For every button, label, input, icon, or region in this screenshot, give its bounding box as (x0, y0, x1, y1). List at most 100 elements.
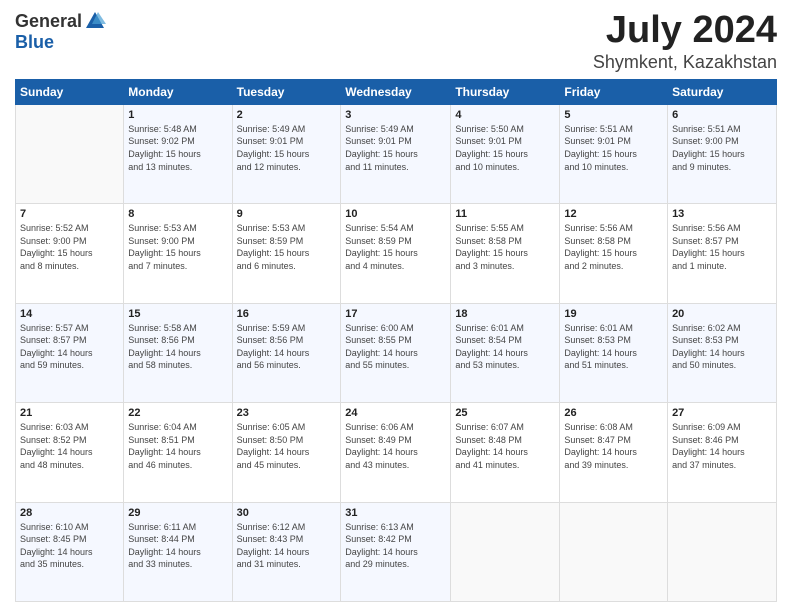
header-day: Sunday (16, 79, 124, 104)
day-number: 29 (128, 507, 227, 519)
header-day: Friday (560, 79, 668, 104)
calendar-cell: 3 Sunrise: 5:49 AM Sunset: 9:01 PM Daylig… (341, 104, 451, 203)
calendar-page: General Blue July 2024 Shymkent, Kazakhs… (0, 0, 792, 612)
day-number: 6 (672, 109, 772, 121)
calendar-cell: 23 Sunrise: 6:05 AM Sunset: 8:50 PM Dayli… (232, 403, 341, 502)
header-day: Thursday (451, 79, 560, 104)
day-number: 30 (237, 507, 337, 519)
logo: General Blue (15, 10, 106, 53)
day-info: Sunrise: 5:59 AM Sunset: 8:56 PM Dayligh… (237, 322, 337, 372)
calendar-cell: 15 Sunrise: 5:58 AM Sunset: 8:56 PM Dayli… (124, 303, 232, 402)
day-info: Sunrise: 6:06 AM Sunset: 8:49 PM Dayligh… (345, 421, 446, 471)
day-info: Sunrise: 5:48 AM Sunset: 9:02 PM Dayligh… (128, 123, 227, 173)
header-day: Tuesday (232, 79, 341, 104)
day-number: 27 (672, 407, 772, 419)
calendar-cell: 16 Sunrise: 5:59 AM Sunset: 8:56 PM Dayli… (232, 303, 341, 402)
day-info: Sunrise: 6:08 AM Sunset: 8:47 PM Dayligh… (564, 421, 663, 471)
day-number: 28 (20, 507, 119, 519)
calendar-cell: 19Sunrise: 6:01 AM Sunset: 8:53 PM Dayli… (560, 303, 668, 402)
calendar-cell: 1 Sunrise: 5:48 AM Sunset: 9:02 PM Daylig… (124, 104, 232, 203)
day-info: Sunrise: 5:56 AM Sunset: 8:58 PM Dayligh… (564, 222, 663, 272)
calendar-cell: 31 Sunrise: 6:13 AM Sunset: 8:42 PM Dayli… (341, 502, 451, 601)
day-info: Sunrise: 6:09 AM Sunset: 8:46 PM Dayligh… (672, 421, 772, 471)
calendar-cell: 13 Sunrise: 5:56 AM Sunset: 8:57 PM Dayli… (668, 204, 777, 303)
calendar-cell: 5 Sunrise: 5:51 AM Sunset: 9:01 PM Daylig… (560, 104, 668, 203)
month-title: July 2024 (593, 10, 777, 52)
calendar-cell: 22Sunrise: 6:04 AM Sunset: 8:51 PM Dayli… (124, 403, 232, 502)
day-info: Sunrise: 5:57 AM Sunset: 8:57 PM Dayligh… (20, 322, 119, 372)
logo-blue-text: Blue (15, 32, 54, 53)
day-info: Sunrise: 5:55 AM Sunset: 8:58 PM Dayligh… (455, 222, 555, 272)
logo-icon (84, 10, 106, 32)
logo-general-text: General (15, 11, 82, 32)
day-info: Sunrise: 5:58 AM Sunset: 8:56 PM Dayligh… (128, 322, 227, 372)
calendar-cell: 11 Sunrise: 5:55 AM Sunset: 8:58 PM Dayli… (451, 204, 560, 303)
day-info: Sunrise: 6:03 AM Sunset: 8:52 PM Dayligh… (20, 421, 119, 471)
calendar-cell: 26Sunrise: 6:08 AM Sunset: 8:47 PM Dayli… (560, 403, 668, 502)
day-info: Sunrise: 6:07 AM Sunset: 8:48 PM Dayligh… (455, 421, 555, 471)
calendar-cell: 18Sunrise: 6:01 AM Sunset: 8:54 PM Dayli… (451, 303, 560, 402)
header-row: SundayMondayTuesdayWednesdayThursdayFrid… (16, 79, 777, 104)
day-info: Sunrise: 5:49 AM Sunset: 9:01 PM Dayligh… (237, 123, 337, 173)
day-number: 20 (672, 308, 772, 320)
day-info: Sunrise: 6:01 AM Sunset: 8:54 PM Dayligh… (455, 322, 555, 372)
day-info: Sunrise: 5:50 AM Sunset: 9:01 PM Dayligh… (455, 123, 555, 173)
day-number: 3 (345, 109, 446, 121)
header-day: Monday (124, 79, 232, 104)
day-number: 1 (128, 109, 227, 121)
calendar-cell: 29 Sunrise: 6:11 AM Sunset: 8:44 PM Dayli… (124, 502, 232, 601)
day-number: 14 (20, 308, 119, 320)
day-number: 13 (672, 208, 772, 220)
day-info: Sunrise: 5:51 AM Sunset: 9:00 PM Dayligh… (672, 123, 772, 173)
title-block: July 2024 Shymkent, Kazakhstan (593, 10, 777, 73)
day-number: 25 (455, 407, 555, 419)
day-info: Sunrise: 5:49 AM Sunset: 9:01 PM Dayligh… (345, 123, 446, 173)
calendar-cell: 10Sunrise: 5:54 AM Sunset: 8:59 PM Dayli… (341, 204, 451, 303)
calendar-week-row: 21 Sunrise: 6:03 AM Sunset: 8:52 PM Dayli… (16, 403, 777, 502)
day-number: 23 (237, 407, 337, 419)
day-info: Sunrise: 6:04 AM Sunset: 8:51 PM Dayligh… (128, 421, 227, 471)
calendar-cell: 12 Sunrise: 5:56 AM Sunset: 8:58 PM Dayli… (560, 204, 668, 303)
day-number: 21 (20, 407, 119, 419)
calendar-cell: 8 Sunrise: 5:53 AM Sunset: 9:00 PM Daylig… (124, 204, 232, 303)
calendar-cell: 30 Sunrise: 6:12 AM Sunset: 8:43 PM Dayli… (232, 502, 341, 601)
day-info: Sunrise: 6:12 AM Sunset: 8:43 PM Dayligh… (237, 521, 337, 571)
day-number: 12 (564, 208, 663, 220)
day-number: 15 (128, 308, 227, 320)
calendar-cell: 24Sunrise: 6:06 AM Sunset: 8:49 PM Dayli… (341, 403, 451, 502)
day-number: 4 (455, 109, 555, 121)
calendar-cell: 25 Sunrise: 6:07 AM Sunset: 8:48 PM Dayli… (451, 403, 560, 502)
day-number: 8 (128, 208, 227, 220)
day-info: Sunrise: 5:56 AM Sunset: 8:57 PM Dayligh… (672, 222, 772, 272)
calendar-cell: 20Sunrise: 6:02 AM Sunset: 8:53 PM Dayli… (668, 303, 777, 402)
day-info: Sunrise: 6:13 AM Sunset: 8:42 PM Dayligh… (345, 521, 446, 571)
day-info: Sunrise: 6:10 AM Sunset: 8:45 PM Dayligh… (20, 521, 119, 571)
calendar-cell: 21 Sunrise: 6:03 AM Sunset: 8:52 PM Dayli… (16, 403, 124, 502)
calendar-header: SundayMondayTuesdayWednesdayThursdayFrid… (16, 79, 777, 104)
day-number: 17 (345, 308, 446, 320)
day-number: 7 (20, 208, 119, 220)
day-info: Sunrise: 5:51 AM Sunset: 9:01 PM Dayligh… (564, 123, 663, 173)
day-info: Sunrise: 6:01 AM Sunset: 8:53 PM Dayligh… (564, 322, 663, 372)
day-number: 5 (564, 109, 663, 121)
calendar-cell: 27 Sunrise: 6:09 AM Sunset: 8:46 PM Dayli… (668, 403, 777, 502)
calendar-week-row: 7 Sunrise: 5:52 AM Sunset: 9:00 PM Daylig… (16, 204, 777, 303)
calendar-cell (560, 502, 668, 601)
day-number: 31 (345, 507, 446, 519)
calendar-cell (451, 502, 560, 601)
day-number: 2 (237, 109, 337, 121)
day-info: Sunrise: 6:11 AM Sunset: 8:44 PM Dayligh… (128, 521, 227, 571)
day-info: Sunrise: 5:53 AM Sunset: 8:59 PM Dayligh… (237, 222, 337, 272)
day-number: 16 (237, 308, 337, 320)
calendar-table: SundayMondayTuesdayWednesdayThursdayFrid… (15, 79, 777, 602)
day-number: 11 (455, 208, 555, 220)
calendar-body: 1 Sunrise: 5:48 AM Sunset: 9:02 PM Daylig… (16, 104, 777, 601)
calendar-cell: 9Sunrise: 5:53 AM Sunset: 8:59 PM Daylig… (232, 204, 341, 303)
header: General Blue July 2024 Shymkent, Kazakhs… (15, 10, 777, 73)
day-info: Sunrise: 5:52 AM Sunset: 9:00 PM Dayligh… (20, 222, 119, 272)
header-day: Saturday (668, 79, 777, 104)
day-info: Sunrise: 5:53 AM Sunset: 9:00 PM Dayligh… (128, 222, 227, 272)
calendar-cell: 6 Sunrise: 5:51 AM Sunset: 9:00 PM Daylig… (668, 104, 777, 203)
day-info: Sunrise: 6:05 AM Sunset: 8:50 PM Dayligh… (237, 421, 337, 471)
header-day: Wednesday (341, 79, 451, 104)
